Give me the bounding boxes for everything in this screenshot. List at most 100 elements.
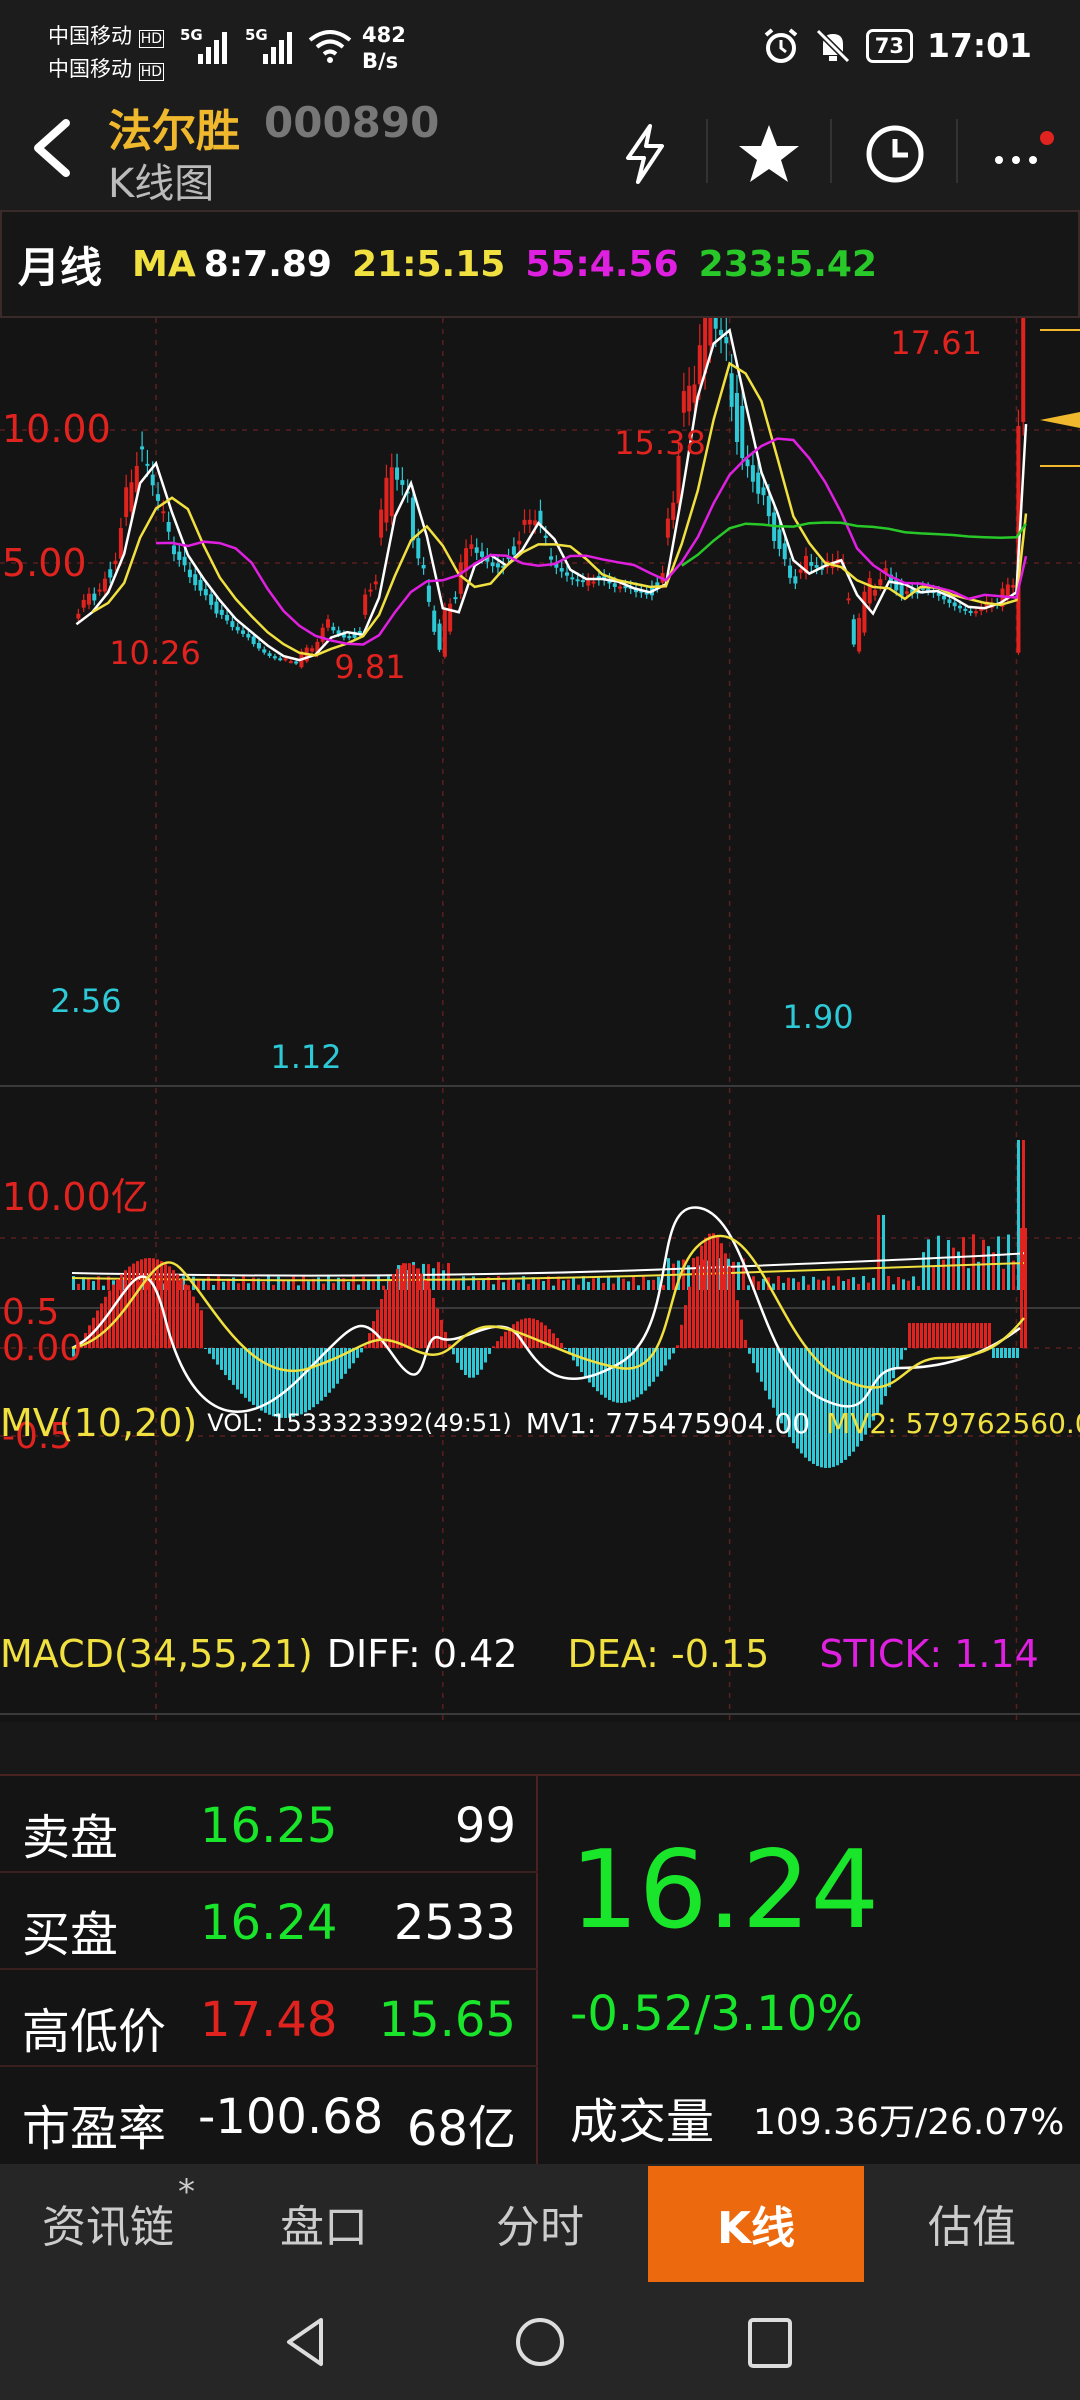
header: 法尔胜 000890 K线图	[0, 95, 1080, 210]
price-candle-body	[793, 576, 798, 584]
price-candle-body	[857, 617, 862, 652]
price-candle-body	[235, 626, 240, 631]
macd-stick	[748, 1348, 751, 1354]
price-candle-body	[187, 569, 192, 578]
volume-bar	[877, 1215, 880, 1290]
volume-bar	[77, 1283, 80, 1290]
macd-stick	[612, 1348, 615, 1402]
dea-value: DEA: -0.15	[567, 1632, 770, 1676]
tab-intraday[interactable]: 分时	[432, 2164, 648, 2282]
favorite-button[interactable]	[724, 109, 814, 199]
volume-bar	[502, 1282, 505, 1290]
macd-stick	[740, 1319, 743, 1348]
macd-stick	[904, 1348, 907, 1351]
volume-bar	[627, 1281, 630, 1290]
price-candle-body	[426, 585, 431, 602]
macd-stick	[396, 1268, 399, 1348]
price-candle-body	[708, 318, 713, 346]
tab-news-chain[interactable]: 资讯链 *	[0, 2164, 216, 2282]
macd-stick	[916, 1323, 919, 1348]
nav-home-icon[interactable]	[508, 2310, 572, 2374]
macd-stick	[912, 1323, 915, 1348]
macd-stick	[888, 1348, 891, 1388]
volume-bar	[317, 1277, 320, 1290]
tab-valuation[interactable]: 估值	[864, 2164, 1080, 2282]
price-candle-body	[251, 636, 256, 645]
price-candle-body	[878, 579, 883, 586]
period-selector[interactable]: 月线	[18, 234, 102, 295]
price-candle-body	[469, 544, 474, 549]
ma21-value: 21:5.15	[351, 243, 506, 285]
flash-button[interactable]	[600, 109, 690, 199]
volume-value: 109.36万/26.07%	[753, 2102, 1065, 2143]
more-button[interactable]	[975, 109, 1065, 199]
tab-kline[interactable]: K线	[648, 2166, 864, 2282]
price-candle-body	[166, 522, 171, 532]
macd-stick	[724, 1253, 727, 1348]
macd-stick	[176, 1274, 179, 1348]
macd-stick	[184, 1284, 187, 1348]
volume-bar	[242, 1276, 245, 1290]
macd-stick	[408, 1263, 411, 1348]
macd-stick	[936, 1323, 939, 1348]
volume-bar	[537, 1279, 540, 1290]
macd-stick	[988, 1323, 991, 1348]
bottom-tabs: 资讯链 * 盘口 分时 K线 估值	[0, 2164, 1080, 2282]
macd-stick	[240, 1348, 243, 1394]
volume-bar	[962, 1237, 965, 1290]
volume-bar	[542, 1281, 545, 1290]
kline-chart[interactable]: 10.00 5.00 17.61 15.38 10.26 9.81 2.56 1.12 1.90…	[0, 318, 1080, 1722]
history-button[interactable]	[850, 109, 940, 199]
volume-bar	[327, 1276, 330, 1290]
volume-bar	[852, 1277, 855, 1290]
low-annotation: 1.90	[782, 998, 853, 1036]
volume-bar	[647, 1280, 650, 1290]
price-candle-body	[724, 337, 729, 344]
price-candle-body	[756, 472, 761, 494]
price-candle-body	[676, 455, 681, 504]
volume-bar	[222, 1281, 225, 1290]
price-candle-body	[140, 446, 145, 450]
macd-stick	[604, 1348, 607, 1398]
price-candle-body	[570, 577, 575, 580]
volume-bar	[822, 1280, 825, 1290]
macd-stick	[736, 1300, 739, 1348]
nav-recents-icon[interactable]	[738, 2310, 802, 2374]
price-candle-body	[814, 564, 819, 568]
ma-bar: 月线 MA 8:7.89 21:5.15 55:4.56 233:5.42	[0, 210, 1080, 318]
nav-back-icon[interactable]	[275, 2310, 339, 2374]
macd-stick	[388, 1281, 391, 1348]
price-candle-body	[129, 482, 134, 512]
price-candle-body	[267, 653, 272, 656]
tab-order-book[interactable]: 盘口	[216, 2164, 432, 2282]
macd-stick	[672, 1348, 675, 1354]
pe-value: -100.68	[198, 2089, 384, 2145]
macd-stick	[460, 1348, 463, 1370]
star-icon	[739, 125, 799, 182]
back-icon[interactable]	[22, 113, 82, 183]
price-candle-body	[373, 581, 378, 585]
macd-stick	[212, 1348, 215, 1360]
macd-stick	[648, 1348, 651, 1387]
macd-stick	[468, 1348, 471, 1378]
price-candle-body	[124, 487, 129, 517]
volume-bar	[587, 1281, 590, 1290]
volume-bar	[467, 1285, 470, 1290]
volume-bar	[837, 1276, 840, 1290]
high-annotation: 9.81	[334, 648, 405, 686]
volume-bar	[802, 1276, 805, 1290]
kline-chart-area[interactable]: 10.00 5.00 17.61 15.38 10.26 9.81 2.56 1.12 1.90…	[0, 318, 1080, 1722]
price-candle-body	[76, 613, 81, 619]
macd-stick	[324, 1348, 327, 1397]
volume-bar	[277, 1276, 280, 1290]
volume-bar	[632, 1276, 635, 1290]
ma-label: MA	[132, 243, 196, 285]
ma55-value: 55:4.56	[525, 243, 679, 285]
price-candle-body	[671, 502, 676, 520]
macd-stick	[372, 1321, 375, 1348]
volume-bar	[482, 1279, 485, 1290]
price-candle-body	[559, 568, 564, 572]
vol-indicator: MV(10,20)	[0, 1401, 198, 1445]
macd-stick	[328, 1348, 331, 1393]
macd-stick	[144, 1258, 147, 1348]
